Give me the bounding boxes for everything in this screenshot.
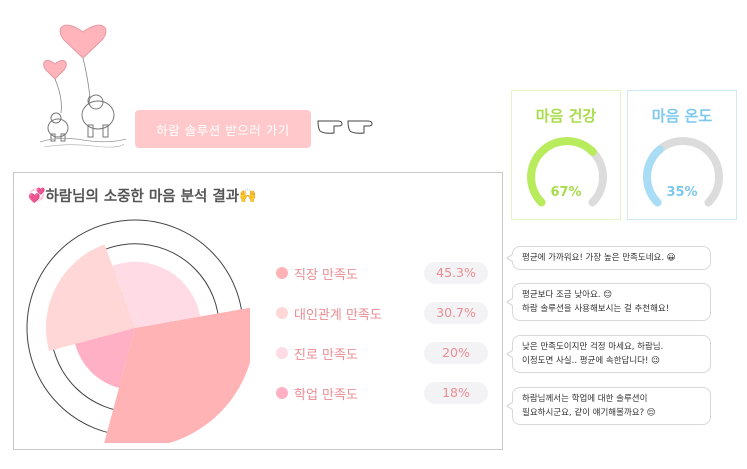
mind-temperature-value: 35% xyxy=(666,185,698,200)
legend-label: 대인관계 만족도 xyxy=(294,308,382,323)
hearts-emoji: 💞 xyxy=(28,187,46,204)
comment-line: 평균보다 조금 낮아요. 😊 xyxy=(522,290,613,300)
legend-dot xyxy=(276,387,288,399)
analysis-title: 💞 하람님의 소중한 마음 분석 결과 🙌 xyxy=(28,185,257,206)
legend-value: 30.7% xyxy=(424,302,488,324)
comment-line: 하람 솔루션을 사용해보시는 걸 추천해요! xyxy=(522,304,670,314)
legend-item-work: 직장 만족도 45.3% xyxy=(274,262,489,284)
comment-bubble-work: 평균에 가까워요! 가장 높은 만족도네요. 😀 xyxy=(506,246,711,270)
comment-line: 낮은 만족도이지만 걱정 마세요, 하람님. xyxy=(522,342,664,352)
legend-item-career: 진로 만족도 20% xyxy=(274,342,489,364)
mind-temperature-card: 마음 온도 35% xyxy=(627,90,737,220)
legend-item-study: 학업 만족도 18% xyxy=(274,382,489,404)
legend-dot xyxy=(276,267,288,279)
comment-line: 필요하시군요, 같이 얘기해볼까요? 😌 xyxy=(522,408,656,418)
mind-health-value: 67% xyxy=(550,185,582,200)
elephant-balloons-illustration xyxy=(39,24,127,148)
mind-health-gauge xyxy=(527,137,607,207)
comment-bubble-study: 하람님께서는 학업에 대한 솔루션이 필요하시군요, 같이 얘기해볼까요? 😌 xyxy=(506,387,711,425)
legend-label: 진로 만족도 xyxy=(294,348,358,363)
mind-temperature-gauge xyxy=(643,137,723,207)
mind-health-card: 마음 건강 67% xyxy=(511,90,621,220)
legend-dot xyxy=(276,347,288,359)
mind-temperature-title: 마음 온도 xyxy=(651,107,713,125)
mind-health-title: 마음 건강 xyxy=(535,107,597,125)
legend-value: 45.3% xyxy=(424,262,488,284)
legend-dot xyxy=(276,307,288,319)
analysis-panel: 💞 하람님의 소중한 마음 분석 결과 🙌 직장 만족도 45.3% 대인관계 … xyxy=(13,172,503,450)
raised-hands-emoji: 🙌 xyxy=(239,187,257,204)
comment-bubble-relationship: 평균보다 조금 낮아요. 😊 하람 솔루션을 사용해보시는 걸 추천해요! xyxy=(506,283,711,321)
analysis-title-text: 하람님의 소중한 마음 분석 결과 xyxy=(45,189,240,205)
get-solution-button[interactable]: 하람 솔루션 받으러 가기 xyxy=(135,110,311,148)
legend-label: 학업 만족도 xyxy=(294,388,358,403)
comment-line: 하람님께서는 학업에 대한 솔루션이 xyxy=(522,394,648,404)
satisfaction-rose-chart xyxy=(26,219,250,443)
legend-value: 20% xyxy=(424,342,488,364)
comment-line: 평균에 가까워요! 가장 높은 만족도네요. 😀 xyxy=(522,253,676,263)
pointing-hands-icon xyxy=(317,120,373,134)
legend-item-relationship: 대인관계 만족도 30.7% xyxy=(274,302,489,324)
legend-value: 18% xyxy=(424,382,488,404)
comment-bubble-career: 낮은 만족도이지만 걱정 마세요, 하람님. 이정도면 사실.. 평균에 속한답… xyxy=(506,335,711,373)
comment-line: 이정도면 사실.. 평균에 속한답니다! 😉 xyxy=(522,356,660,366)
legend-label: 직장 만족도 xyxy=(294,268,358,283)
